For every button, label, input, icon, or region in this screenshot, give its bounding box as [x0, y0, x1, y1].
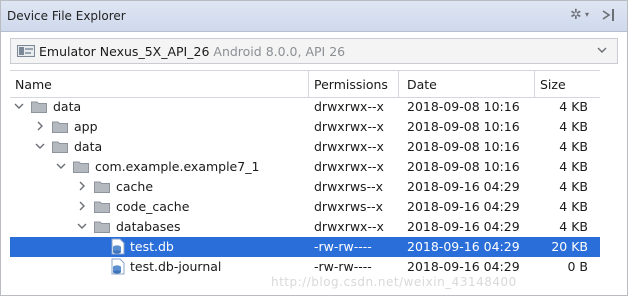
column-header-name[interactable]: Name — [15, 77, 52, 92]
size-cell: 20 KB — [551, 239, 588, 254]
panel-title-bar: Device File Explorer ✲ ▾ — [1, 1, 627, 32]
tree-row[interactable]: code_cache drwxrws--x 2018-09-16 04:29 4 KB — [10, 197, 600, 217]
gear-icon[interactable]: ✲ — [570, 7, 582, 23]
collapse-arrow-icon[interactable] — [77, 181, 87, 191]
date-cell: 2018-09-16 04:29 — [407, 199, 520, 214]
date-cell: 2018-09-08 10:16 — [407, 139, 520, 154]
size-cell: 4 KB — [559, 99, 588, 114]
device-meta: Android 8.0.0, API 26 — [213, 44, 346, 59]
date-cell: 2018-09-08 10:16 — [407, 99, 520, 114]
date-cell: 2018-09-16 04:29 — [407, 239, 520, 254]
tree-row[interactable]: databases drwxrwx--x 2018-09-16 04:29 4 KB — [10, 217, 600, 237]
size-cell: 4 KB — [559, 219, 588, 234]
date-cell: 2018-09-08 10:16 — [407, 119, 520, 134]
chevron-down-icon[interactable] — [596, 44, 608, 56]
table-header: Name Permissions Date Size — [10, 70, 600, 98]
permissions-cell: -rw-rw---- — [314, 259, 372, 274]
tree-row[interactable]: test.db-journal -rw-rw---- 2018-09-16 04:2… — [10, 257, 600, 277]
column-header-size[interactable]: Size — [540, 77, 566, 92]
folder-icon — [73, 161, 89, 173]
file-name: test.db — [130, 239, 174, 254]
file-name: cache — [116, 179, 154, 194]
column-header-date[interactable]: Date — [407, 77, 437, 92]
tree-row[interactable]: data drwxrwx--x 2018-09-08 10:16 4 KB — [10, 137, 600, 157]
size-cell: 4 KB — [559, 139, 588, 154]
file-name: databases — [116, 219, 181, 234]
tree-row[interactable]: test.db -rw-rw---- 2018-09-16 04:29 20 KB — [10, 237, 600, 257]
permissions-cell: drwxrwx--x — [314, 139, 384, 154]
size-cell: 0 B — [567, 259, 588, 274]
permissions-cell: drwxrws--x — [314, 199, 383, 214]
expand-arrow-icon[interactable] — [35, 141, 45, 151]
folder-icon — [31, 101, 47, 113]
file-name: test.db-journal — [130, 259, 222, 274]
expand-arrow-icon[interactable] — [56, 161, 66, 171]
column-header-permissions[interactable]: Permissions — [314, 77, 388, 92]
tree-row[interactable]: data drwxrwx--x 2018-09-08 10:16 4 KB — [10, 97, 600, 117]
database-file-icon — [111, 258, 125, 275]
watermark: http://blog.csdn.net/weixin_43148400 — [271, 275, 517, 289]
permissions-cell: -rw-rw---- — [314, 239, 372, 254]
folder-icon — [94, 181, 110, 193]
file-name: data — [53, 99, 82, 114]
collapse-arrow-icon[interactable] — [77, 201, 87, 211]
file-name: com.example.example7_1 — [95, 159, 260, 174]
folder-icon — [52, 121, 68, 133]
tree-row[interactable]: cache drwxrws--x 2018-09-16 04:29 4 KB — [10, 177, 600, 197]
date-cell: 2018-09-16 04:29 — [407, 179, 520, 194]
expand-arrow-icon[interactable] — [14, 101, 24, 111]
date-cell: 2018-09-16 04:29 — [407, 259, 520, 274]
tree-row[interactable]: com.example.example7_1 drwxrwx--x 2018-09-… — [10, 157, 600, 177]
size-cell: 4 KB — [559, 179, 588, 194]
permissions-cell: drwxrwx--x — [314, 119, 384, 134]
date-cell: 2018-09-16 04:29 — [407, 219, 520, 234]
device-name: Emulator Nexus_5X_API_26 — [39, 44, 210, 59]
hide-panel-icon[interactable] — [599, 6, 621, 24]
file-name: data — [74, 139, 103, 154]
collapse-arrow-icon[interactable] — [35, 121, 45, 131]
date-cell: 2018-09-08 10:16 — [407, 159, 520, 174]
file-name: app — [74, 119, 98, 134]
database-file-icon — [111, 238, 125, 255]
chevron-down-icon[interactable]: ▾ — [585, 10, 589, 19]
expand-arrow-icon[interactable] — [77, 221, 87, 231]
tree-row[interactable]: app drwxrwx--x 2018-09-08 10:16 4 KB — [10, 117, 600, 137]
file-name: code_cache — [116, 199, 190, 214]
column-divider[interactable] — [534, 71, 535, 97]
panel-title: Device File Explorer — [7, 9, 126, 23]
device-selector[interactable]: Emulator Nexus_5X_API_26 Android 8.0.0, … — [10, 38, 618, 64]
emulator-icon — [17, 45, 35, 57]
device-file-explorer-panel: Device File Explorer ✲ ▾ Emulator Nexus_… — [0, 0, 628, 296]
column-divider[interactable] — [308, 71, 309, 97]
permissions-cell: drwxrwx--x — [314, 99, 384, 114]
permissions-cell: drwxrwx--x — [314, 219, 384, 234]
folder-icon — [94, 221, 110, 233]
permissions-cell: drwxrwx--x — [314, 159, 384, 174]
size-cell: 4 KB — [559, 159, 588, 174]
column-divider[interactable] — [398, 71, 399, 97]
size-cell: 4 KB — [559, 119, 588, 134]
folder-icon — [94, 201, 110, 213]
permissions-cell: drwxrws--x — [314, 179, 383, 194]
folder-icon — [52, 141, 68, 153]
size-cell: 4 KB — [559, 199, 588, 214]
